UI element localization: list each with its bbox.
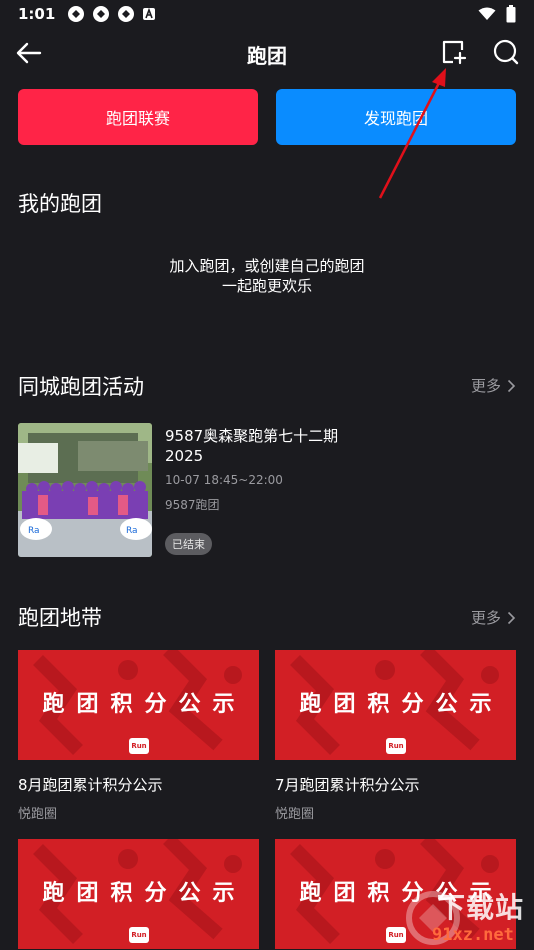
- club-zone-more-link[interactable]: 更多: [471, 607, 516, 628]
- battery-icon: [506, 5, 516, 23]
- a-badge-icon: [143, 7, 156, 20]
- post-banner-image: 跑团积分公示 Run: [18, 839, 259, 949]
- app-notification-icon: [68, 6, 85, 22]
- status-time: 1:01: [18, 5, 56, 23]
- activity-time: 10-07 18:45~22:00: [165, 473, 283, 487]
- activity-photo[interactable]: Ra Ra: [18, 423, 152, 557]
- app-notification-icon: [118, 6, 135, 22]
- search-icon: [493, 39, 519, 65]
- post-card[interactable]: 跑团积分公示 Run 7月跑团累计积分公示 悦跑圈: [275, 650, 516, 822]
- empty-state-line: 加入跑团，或创建自己的跑团: [169, 257, 365, 275]
- post-author: 悦跑圈: [275, 807, 315, 822]
- banner-text: 跑团积分公示: [42, 692, 247, 717]
- svg-text:Ra: Ra: [28, 526, 40, 536]
- app-logo: Run: [386, 927, 406, 943]
- group-photo-image: Ra Ra: [18, 423, 152, 557]
- banner-text: 跑团积分公示: [299, 692, 504, 717]
- banner-text: 跑团积分公示: [42, 881, 247, 906]
- city-activities-title: 同城跑团活动: [18, 375, 144, 399]
- club-league-button[interactable]: 跑团联赛: [18, 89, 258, 145]
- post-card[interactable]: 跑团积分公示 Run 8月跑团累计积分公示 悦跑圈: [18, 650, 259, 822]
- chevron-right-icon: [507, 611, 516, 624]
- create-club-button[interactable]: [440, 38, 470, 68]
- app-logo: Run: [386, 738, 406, 754]
- wifi-icon: [478, 7, 496, 20]
- activity-title[interactable]: 9587奥森聚跑第七十二期2025: [165, 426, 365, 466]
- app-notification-icon: [93, 6, 110, 22]
- post-title: 8月跑团累计积分公示: [18, 776, 163, 794]
- more-label: 更多: [470, 377, 501, 395]
- watermark-text: 下载站: [437, 891, 525, 924]
- discover-clubs-button[interactable]: 发现跑团: [276, 89, 516, 145]
- empty-state-line: 一起跑更欢乐: [221, 277, 312, 295]
- post-card[interactable]: 跑团积分公示 Run: [18, 839, 259, 949]
- my-clubs-empty-state: 加入跑团，或创建自己的跑团 一起跑更欢乐: [0, 256, 534, 296]
- city-activities-more-link[interactable]: 更多: [471, 375, 516, 396]
- activity-status-badge: 已结束: [165, 533, 212, 555]
- add-square-icon: [442, 40, 467, 65]
- activity-club-name: 9587跑团: [165, 498, 220, 512]
- notification-icons: [67, 5, 156, 23]
- more-label: 更多: [470, 609, 501, 627]
- status-bar: 1:01: [0, 0, 534, 28]
- club-zone-title: 跑团地带: [18, 606, 102, 630]
- chevron-right-icon: [507, 379, 516, 392]
- post-author: 悦跑圈: [18, 807, 58, 822]
- search-button[interactable]: [492, 38, 522, 68]
- post-title: 7月跑团累计积分公示: [275, 776, 420, 794]
- post-banner-image: 跑团积分公示 Run: [275, 650, 516, 760]
- my-clubs-title: 我的跑团: [18, 192, 102, 216]
- system-icons: [478, 5, 516, 23]
- watermark-url: 91xz.net: [432, 925, 514, 945]
- app-logo: Run: [129, 927, 149, 943]
- top-app-bar: 跑团: [0, 28, 534, 78]
- post-banner-image: 跑团积分公示 Run: [18, 650, 259, 760]
- svg-text:Ra: Ra: [126, 526, 138, 536]
- app-logo: Run: [129, 738, 149, 754]
